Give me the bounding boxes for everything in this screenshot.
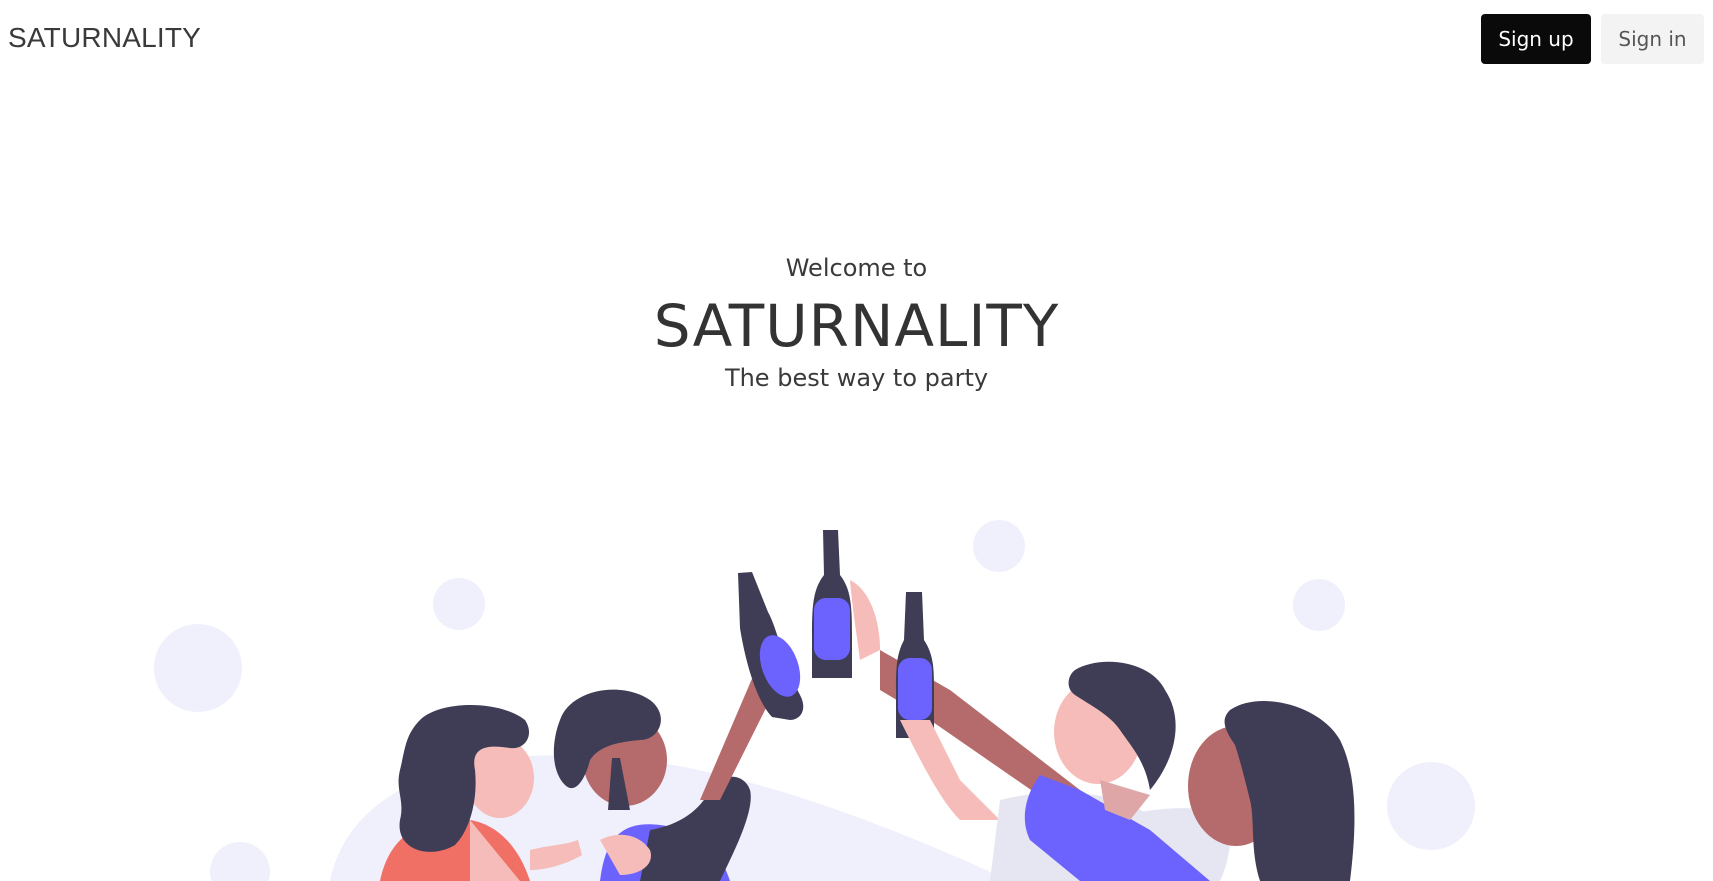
bottle-3 [880,592,1080,810]
bottle-2 [812,530,880,678]
party-people-cheers-illustration [154,520,1475,881]
arm-bottle-1 [700,572,804,800]
